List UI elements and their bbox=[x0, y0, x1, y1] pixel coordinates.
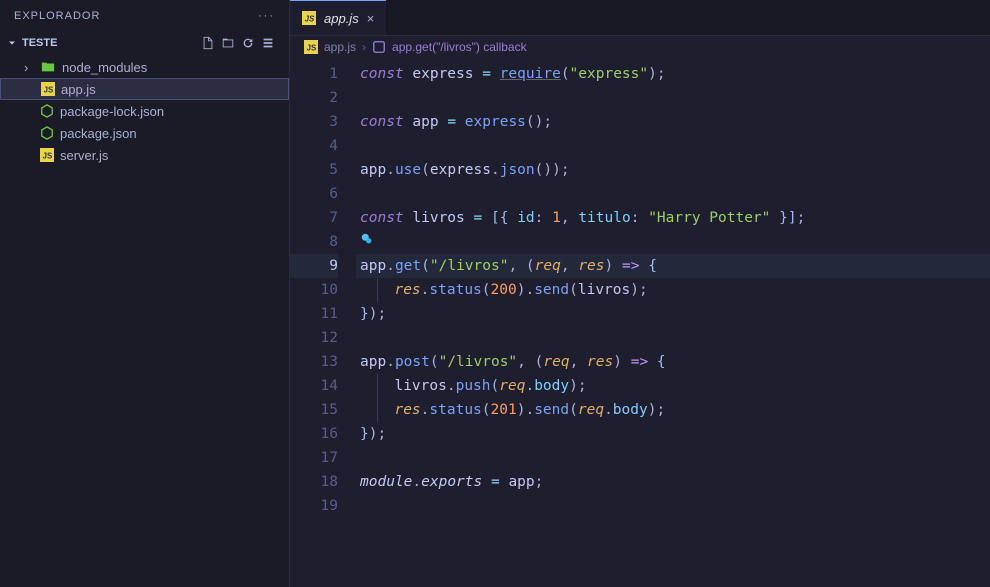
more-actions-icon[interactable]: ··· bbox=[258, 10, 275, 22]
explorer-header: EXPLORADOR ··· bbox=[0, 0, 289, 32]
tree-file-package-lock[interactable]: package-lock.json bbox=[0, 100, 289, 122]
tab-bar: JS app.js × bbox=[290, 0, 990, 36]
svg-text:JS: JS bbox=[307, 44, 317, 53]
code-content[interactable]: const express = require("express"); cons… bbox=[360, 62, 990, 518]
folder-section-title: TESTE bbox=[22, 37, 57, 49]
breadcrumb-file: app.js bbox=[324, 40, 356, 54]
folder-icon bbox=[40, 60, 56, 74]
new-folder-icon[interactable] bbox=[221, 36, 235, 50]
json-file-icon bbox=[40, 104, 54, 118]
breadcrumb-symbol: app.get("/livros") callback bbox=[392, 40, 527, 54]
editor-area: JS app.js × JS app.js › app.get("/livros… bbox=[290, 0, 990, 587]
explorer-actions bbox=[201, 36, 283, 50]
collapse-all-icon[interactable] bbox=[261, 36, 275, 50]
line-gutter: 1 2 3 4 5 6 7 8 9 10 11 12 13 14 15 16 1… bbox=[290, 62, 360, 518]
tab-app-js[interactable]: JS app.js × bbox=[290, 0, 386, 35]
file-tree: › node_modules JS app.js package-lock.js… bbox=[0, 54, 289, 168]
js-file-icon: JS bbox=[302, 11, 316, 25]
tree-item-label: server.js bbox=[60, 148, 108, 163]
lightbulb-icon[interactable] bbox=[360, 232, 374, 246]
svg-text:JS: JS bbox=[44, 86, 54, 95]
tree-file-server-js[interactable]: JS server.js bbox=[0, 144, 289, 166]
tree-item-label: node_modules bbox=[62, 60, 147, 75]
refresh-icon[interactable] bbox=[241, 36, 255, 50]
close-icon[interactable]: × bbox=[367, 11, 375, 26]
folder-section-header[interactable]: TESTE bbox=[0, 32, 289, 54]
breadcrumbs[interactable]: JS app.js › app.get("/livros") callback bbox=[290, 36, 990, 58]
new-file-icon[interactable] bbox=[201, 36, 215, 50]
js-file-icon: JS bbox=[41, 82, 55, 96]
tab-label: app.js bbox=[324, 11, 359, 26]
js-file-icon: JS bbox=[304, 40, 318, 54]
tree-file-app-js[interactable]: JS app.js bbox=[0, 78, 289, 100]
method-icon bbox=[372, 40, 386, 54]
svg-text:JS: JS bbox=[305, 15, 315, 24]
tree-file-package-json[interactable]: package.json bbox=[0, 122, 289, 144]
tree-item-label: package-lock.json bbox=[60, 104, 164, 119]
json-file-icon bbox=[40, 126, 54, 140]
explorer-sidebar: EXPLORADOR ··· TESTE › node_modules JS a… bbox=[0, 0, 290, 587]
tree-item-label: app.js bbox=[61, 82, 96, 97]
explorer-title: EXPLORADOR bbox=[14, 10, 100, 22]
chevron-right-icon: › bbox=[24, 60, 34, 75]
js-file-icon: JS bbox=[40, 148, 54, 162]
tree-folder-node-modules[interactable]: › node_modules bbox=[0, 56, 289, 78]
svg-text:JS: JS bbox=[43, 152, 53, 161]
breadcrumb-sep: › bbox=[362, 40, 366, 54]
tree-item-label: package.json bbox=[60, 126, 137, 141]
chevron-down-icon bbox=[6, 37, 18, 49]
code-editor[interactable]: 1 2 3 4 5 6 7 8 9 10 11 12 13 14 15 16 1… bbox=[290, 58, 990, 518]
